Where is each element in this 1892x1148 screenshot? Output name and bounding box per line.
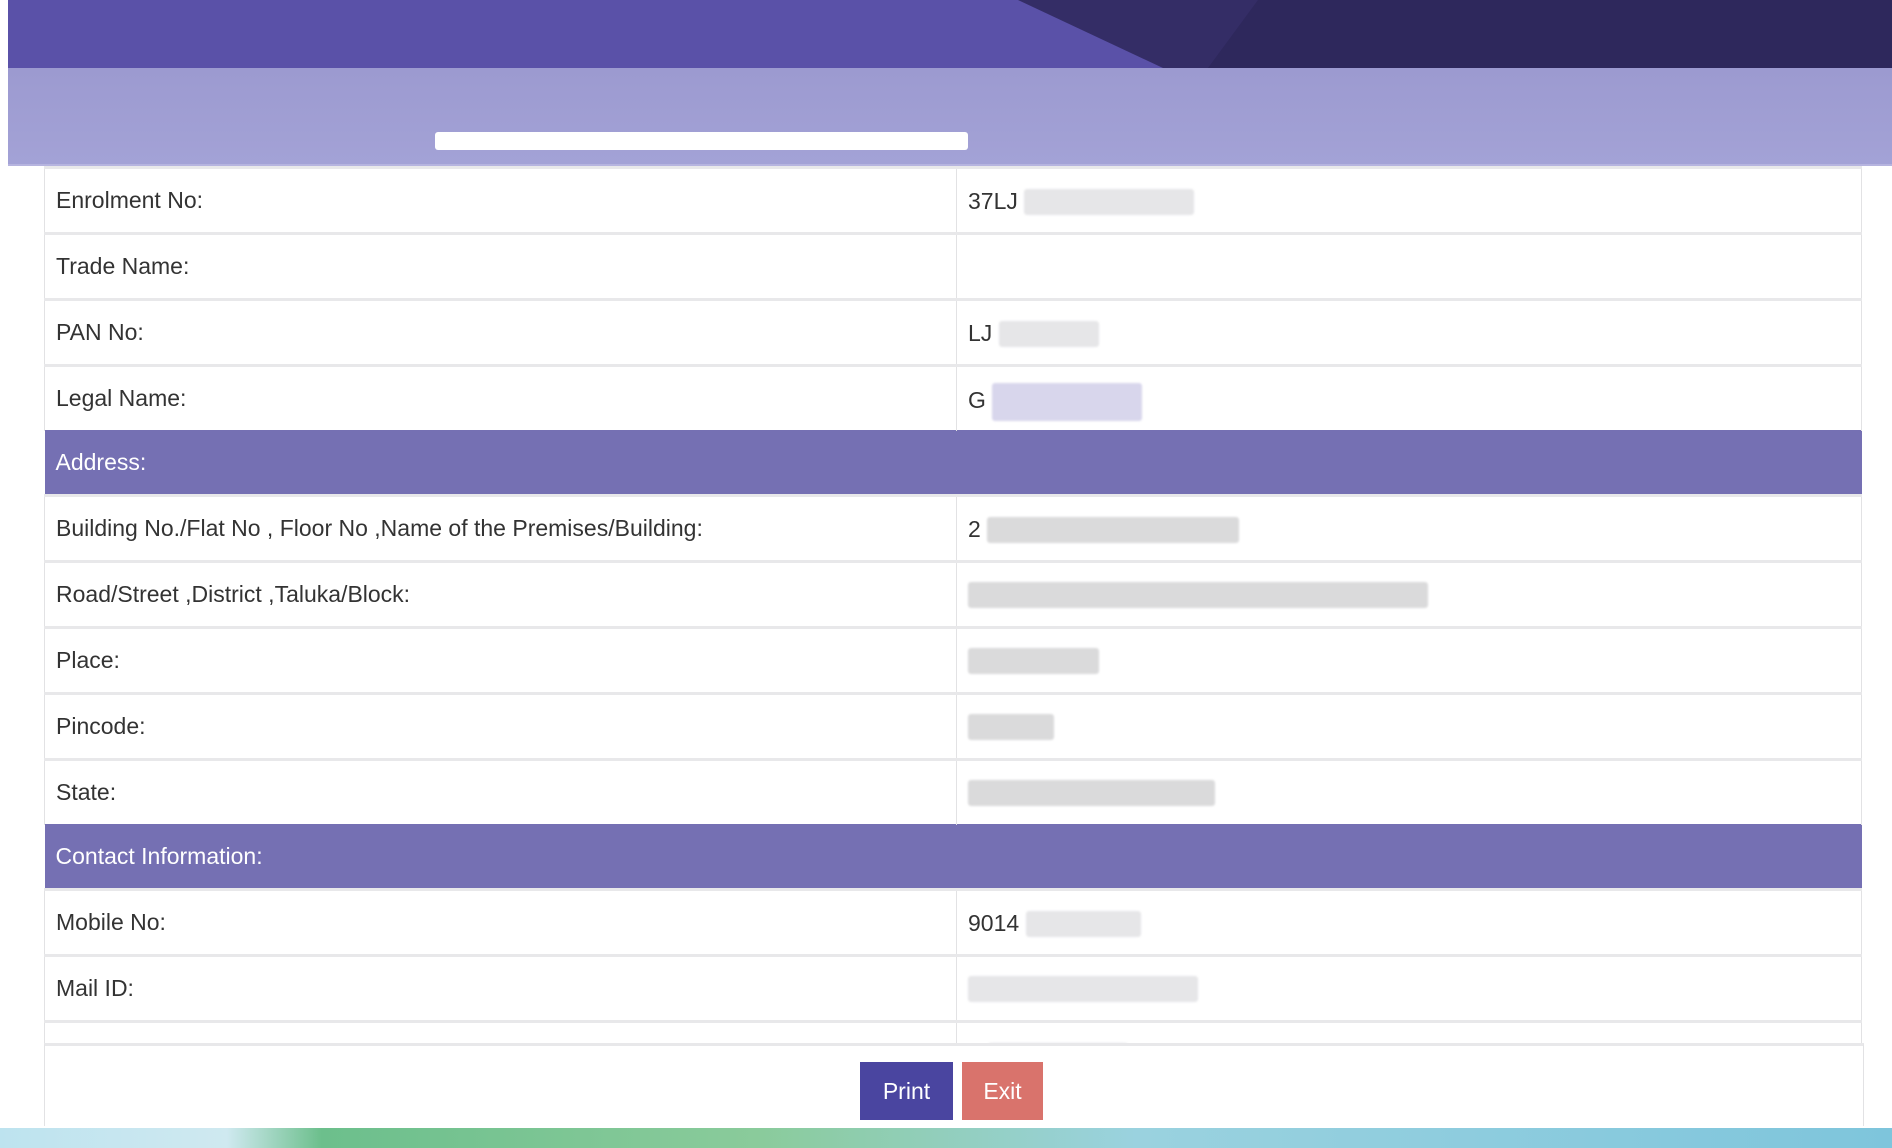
redacted-value — [968, 976, 1198, 1003]
redacted-value — [1025, 911, 1141, 938]
redacted-value — [998, 321, 1099, 348]
value-legal-name: G — [968, 382, 1143, 421]
redacted-value — [968, 780, 1215, 807]
row-label: Mail ID: — [44, 954, 957, 1022]
row-label: Trade Name: — [44, 232, 957, 300]
value-enrolment-no: 37LJ — [968, 186, 1195, 216]
row-value: 9014 — [956, 888, 1862, 956]
value-text: 9014 — [968, 909, 1020, 936]
redacted-value — [987, 517, 1240, 544]
redacted-title-mark — [435, 132, 968, 150]
value-text: 37LJ — [968, 187, 1018, 214]
row-label: Enrolment No: — [44, 166, 957, 234]
row-label: Road/Street ,District ,Taluka/Block: — [44, 560, 957, 628]
row-label: PAN No: — [44, 298, 957, 366]
row-value — [956, 232, 1862, 300]
enrolment-details-page: Enrolment No: 37LJ Trade Name: PAN No: L… — [0, 0, 1892, 1148]
table-row: Building No./Flat No , Floor No ,Name of… — [44, 494, 1862, 562]
row-value: 37LJ — [956, 166, 1862, 234]
header-banner — [8, 0, 1892, 68]
enrolment-details-table: Enrolment No: 37LJ Trade Name: PAN No: L… — [44, 166, 1862, 1086]
value-text: LJ — [968, 319, 993, 346]
table-row: Legal Name: G — [44, 364, 1862, 431]
table-row: Mail ID: — [44, 954, 1862, 1022]
redacted-value — [1024, 189, 1195, 216]
row-label: Pincode: — [44, 692, 957, 760]
row-value — [956, 560, 1862, 628]
row-value — [956, 954, 1862, 1022]
row-value: LJ — [956, 298, 1862, 366]
table-row: Road/Street ,District ,Taluka/Block: — [44, 560, 1862, 628]
actions-row: Print Exit — [44, 1043, 1864, 1126]
row-value — [956, 692, 1862, 760]
row-value: 2 — [956, 494, 1862, 562]
row-value — [956, 626, 1862, 694]
table-row: State: — [44, 758, 1862, 825]
value-mobile-no: 9014 — [968, 908, 1141, 938]
footer-strip — [0, 1128, 1892, 1148]
section-header-address: Address: — [44, 430, 1862, 496]
section-title: Address: — [44, 430, 1862, 496]
left-gutter — [0, 0, 8, 1148]
table-row: Enrolment No: 37LJ — [44, 166, 1862, 234]
value-building: 2 — [968, 514, 1240, 544]
value-text: 2 — [968, 515, 981, 542]
redacted-value — [992, 382, 1143, 421]
value-pan-no: LJ — [968, 318, 1099, 348]
table-row: Trade Name: — [44, 232, 1862, 300]
table-row: Mobile No: 9014 — [44, 888, 1862, 956]
print-button[interactable]: Print — [860, 1062, 953, 1120]
row-value — [956, 758, 1862, 825]
row-label: Place: — [44, 626, 957, 694]
exit-button[interactable]: Exit — [962, 1062, 1043, 1120]
header-decoration — [1018, 0, 1892, 68]
section-header-contact: Contact Information: — [44, 824, 1862, 890]
section-title: Contact Information: — [44, 824, 1862, 890]
redacted-value — [968, 648, 1099, 675]
table-row: Pincode: — [44, 692, 1862, 760]
row-value: G — [956, 364, 1862, 431]
row-label: Mobile No: — [44, 888, 957, 956]
row-label: Building No./Flat No , Floor No ,Name of… — [44, 494, 957, 562]
table-row: PAN No: LJ — [44, 298, 1862, 366]
row-label: State: — [44, 758, 957, 825]
page-title-redacted — [435, 128, 968, 154]
redacted-value — [968, 714, 1054, 741]
table-row: Place: — [44, 626, 1862, 694]
value-text: G — [968, 387, 986, 414]
redacted-value — [968, 582, 1428, 609]
row-label: Legal Name: — [44, 364, 957, 431]
